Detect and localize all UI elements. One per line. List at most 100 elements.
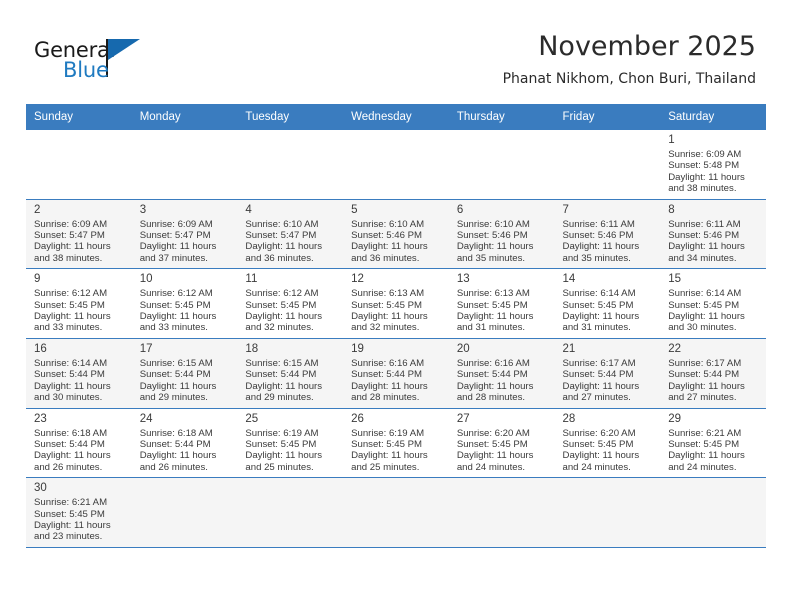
calendar-day-cell[interactable]: 25 Sunrise: 6:19 AM Sunset: 5:45 PM Dayligh… [237,408,344,479]
calendar-cell-empty [554,130,661,200]
calendar-day-cell[interactable]: 29 Sunrise: 6:21 AM Sunset: 5:45 PM Dayligh… [660,408,766,479]
calendar-day-cell[interactable]: 11 Sunrise: 6:12 AM Sunset: 5:45 PM Dayligh… [237,268,344,339]
day-detail-line: Sunrise: 6:12 AM [139,288,213,300]
sun-times-calendar: Sunday Monday Tuesday Wednesday Thursday Frid… [26,104,766,548]
general-blue-logo[interactable]: General Blue [34,38,174,86]
calendar-day-cell[interactable]: 2 Sunrise: 6:09 AM Sunset: 5:47 PM Daylight… [26,199,132,270]
day-cell-inner: 22 Sunrise: 6:17 AM Sunset: 5:44 PM Dayligh… [660,338,766,408]
day-detail-line: Sunset: 5:45 PM [139,299,211,311]
calendar-week-row: 1 Sunrise: 6:09 AM Sunset: 5:48 PM Daylight… [26,130,766,200]
day-detail-line: Sunrise: 6:15 AM [245,357,319,369]
day-detail-line: Sunset: 5:45 PM [456,299,528,311]
calendar-page: General Blue November 2025 Phanat Nikhom… [0,0,792,612]
calendar-cell-empty [237,130,344,200]
day-cell-inner: 7 Sunrise: 6:11 AM Sunset: 5:46 PM Daylight… [554,199,661,269]
calendar-day-cell[interactable]: 21 Sunrise: 6:17 AM Sunset: 5:44 PM Dayligh… [554,338,661,409]
calendar-day-cell[interactable]: 30 Sunrise: 6:21 AM Sunset: 5:45 PM Dayligh… [26,477,132,548]
calendar-week-row: 30 Sunrise: 6:21 AM Sunset: 5:45 PM Dayligh… [26,477,766,548]
calendar-day-cell[interactable]: 22 Sunrise: 6:17 AM Sunset: 5:44 PM Dayligh… [660,338,766,409]
day-detail-line: Daylight: 11 hours [668,311,745,323]
day-detail-line: Sunrise: 6:13 AM [456,288,530,300]
day-detail-line: Sunset: 5:45 PM [245,438,317,450]
day-cell-inner [132,130,238,199]
calendar-day-cell[interactable]: 26 Sunrise: 6:19 AM Sunset: 5:45 PM Dayligh… [343,408,449,479]
calendar-day-cell[interactable]: 27 Sunrise: 6:20 AM Sunset: 5:45 PM Dayligh… [448,408,555,479]
day-detail-line: and 38 minutes. [34,252,103,264]
day-detail-line: Sunset: 5:46 PM [351,230,423,242]
calendar-cell-empty [448,130,555,200]
calendar-week-row: 2 Sunrise: 6:09 AM Sunset: 5:47 PM Daylight… [26,199,766,270]
day-detail-line: and 35 minutes. [562,252,631,264]
calendar-day-cell[interactable]: 17 Sunrise: 6:15 AM Sunset: 5:44 PM Dayligh… [131,338,238,409]
day-detail-line: Daylight: 11 hours [668,380,745,392]
calendar-day-cell[interactable]: 8 Sunrise: 6:11 AM Sunset: 5:46 PM Daylight… [660,199,766,270]
day-cell-inner: 26 Sunrise: 6:19 AM Sunset: 5:45 PM Dayligh… [343,409,449,478]
day-cell-inner [237,478,344,547]
weekday-header-monday: Monday [131,104,238,130]
day-detail-line: Sunset: 5:44 PM [34,438,105,450]
day-detail-line: Daylight: 11 hours [139,380,217,392]
day-number: 8 [668,203,675,216]
calendar-day-cell[interactable]: 19 Sunrise: 6:16 AM Sunset: 5:44 PM Dayligh… [343,338,449,409]
day-detail-line: Sunset: 5:45 PM [562,438,634,450]
day-number: 25 [245,412,259,425]
day-detail-line: and 26 minutes. [139,461,208,473]
day-detail-line: and 36 minutes. [351,252,420,264]
day-detail-line: Sunset: 5:45 PM [562,299,634,311]
calendar-day-cell[interactable]: 23 Sunrise: 6:18 AM Sunset: 5:44 PM Dayligh… [26,408,132,479]
day-detail-line: Sunset: 5:44 PM [139,369,211,381]
weekday-header-friday: Friday [554,104,661,130]
calendar-day-cell[interactable]: 6 Sunrise: 6:10 AM Sunset: 5:46 PM Daylight… [448,199,555,270]
calendar-day-cell[interactable]: 20 Sunrise: 6:16 AM Sunset: 5:44 PM Dayligh… [448,338,555,409]
day-detail-line: and 31 minutes. [562,322,631,334]
day-detail-line: Daylight: 11 hours [456,311,534,323]
day-detail-line: Sunrise: 6:21 AM [668,427,742,439]
day-detail-line: and 31 minutes. [456,322,526,334]
calendar-day-cell[interactable]: 3 Sunrise: 6:09 AM Sunset: 5:47 PM Daylight… [131,199,238,270]
calendar-day-cell[interactable]: 4 Sunrise: 6:10 AM Sunset: 5:47 PM Daylight… [237,199,344,270]
calendar-day-cell[interactable]: 9 Sunrise: 6:12 AM Sunset: 5:45 PM Daylight… [26,268,132,339]
day-detail-line: Sunset: 5:44 PM [139,438,211,450]
day-cell-inner [131,478,238,547]
day-detail-line: Daylight: 11 hours [456,450,534,462]
calendar-day-cell[interactable]: 5 Sunrise: 6:10 AM Sunset: 5:46 PM Daylight… [343,199,449,270]
calendar-day-cell[interactable]: 14 Sunrise: 6:14 AM Sunset: 5:45 PM Dayligh… [554,268,661,339]
day-detail-line: and 38 minutes. [668,183,737,195]
day-detail-line: Sunrise: 6:21 AM [34,497,108,509]
day-cell-inner: 9 Sunrise: 6:12 AM Sunset: 5:45 PM Daylight… [26,269,132,338]
day-detail-line: Daylight: 11 hours [456,241,534,253]
day-detail-line: Daylight: 11 hours [245,380,323,392]
day-detail-line: Sunset: 5:47 PM [245,230,317,242]
calendar-day-cell[interactable]: 18 Sunrise: 6:15 AM Sunset: 5:44 PM Dayligh… [237,338,344,409]
calendar-day-cell[interactable]: 1 Sunrise: 6:09 AM Sunset: 5:48 PM Daylight… [660,130,766,200]
day-detail-line: Sunrise: 6:10 AM [245,218,319,230]
day-cell-inner: 12 Sunrise: 6:13 AM Sunset: 5:45 PM Dayligh… [343,269,449,338]
day-detail-line: Sunrise: 6:10 AM [351,218,425,230]
day-number: 15 [668,273,682,286]
calendar-cell-empty [660,477,766,548]
day-cell-inner [448,478,555,547]
day-detail-line: Sunrise: 6:12 AM [34,288,108,300]
day-number: 22 [668,342,682,355]
calendar-cell-empty [131,477,238,548]
day-detail-line: Sunset: 5:45 PM [668,438,740,450]
day-detail-line: Daylight: 11 hours [562,380,640,392]
calendar-day-cell[interactable]: 15 Sunrise: 6:14 AM Sunset: 5:45 PM Dayligh… [660,268,766,339]
blue-flag-triangle-icon [108,39,140,60]
calendar-day-cell[interactable]: 10 Sunrise: 6:12 AM Sunset: 5:45 PM Dayligh… [131,268,238,339]
calendar-day-cell[interactable]: 7 Sunrise: 6:11 AM Sunset: 5:46 PM Daylight… [554,199,661,270]
day-cell-inner: 29 Sunrise: 6:21 AM Sunset: 5:45 PM Dayligh… [660,409,766,478]
day-number: 20 [456,342,470,355]
day-detail-line: Sunset: 5:47 PM [139,230,211,242]
day-detail-line: Daylight: 11 hours [34,380,111,392]
calendar-day-cell[interactable]: 24 Sunrise: 6:18 AM Sunset: 5:44 PM Dayligh… [131,408,238,479]
calendar-day-cell[interactable]: 28 Sunrise: 6:20 AM Sunset: 5:45 PM Dayligh… [554,408,661,479]
calendar-day-cell[interactable]: 12 Sunrise: 6:13 AM Sunset: 5:45 PM Dayligh… [343,268,449,339]
calendar-day-cell[interactable]: 16 Sunrise: 6:14 AM Sunset: 5:44 PM Dayligh… [26,338,132,409]
day-detail-line: Daylight: 11 hours [34,241,111,253]
day-detail-line: Sunrise: 6:20 AM [456,427,530,439]
day-detail-line: Daylight: 11 hours [351,241,428,253]
day-detail-line: and 34 minutes. [668,252,737,264]
calendar-day-cell[interactable]: 13 Sunrise: 6:13 AM Sunset: 5:45 PM Dayligh… [448,268,555,339]
day-detail-line: Daylight: 11 hours [245,311,323,323]
